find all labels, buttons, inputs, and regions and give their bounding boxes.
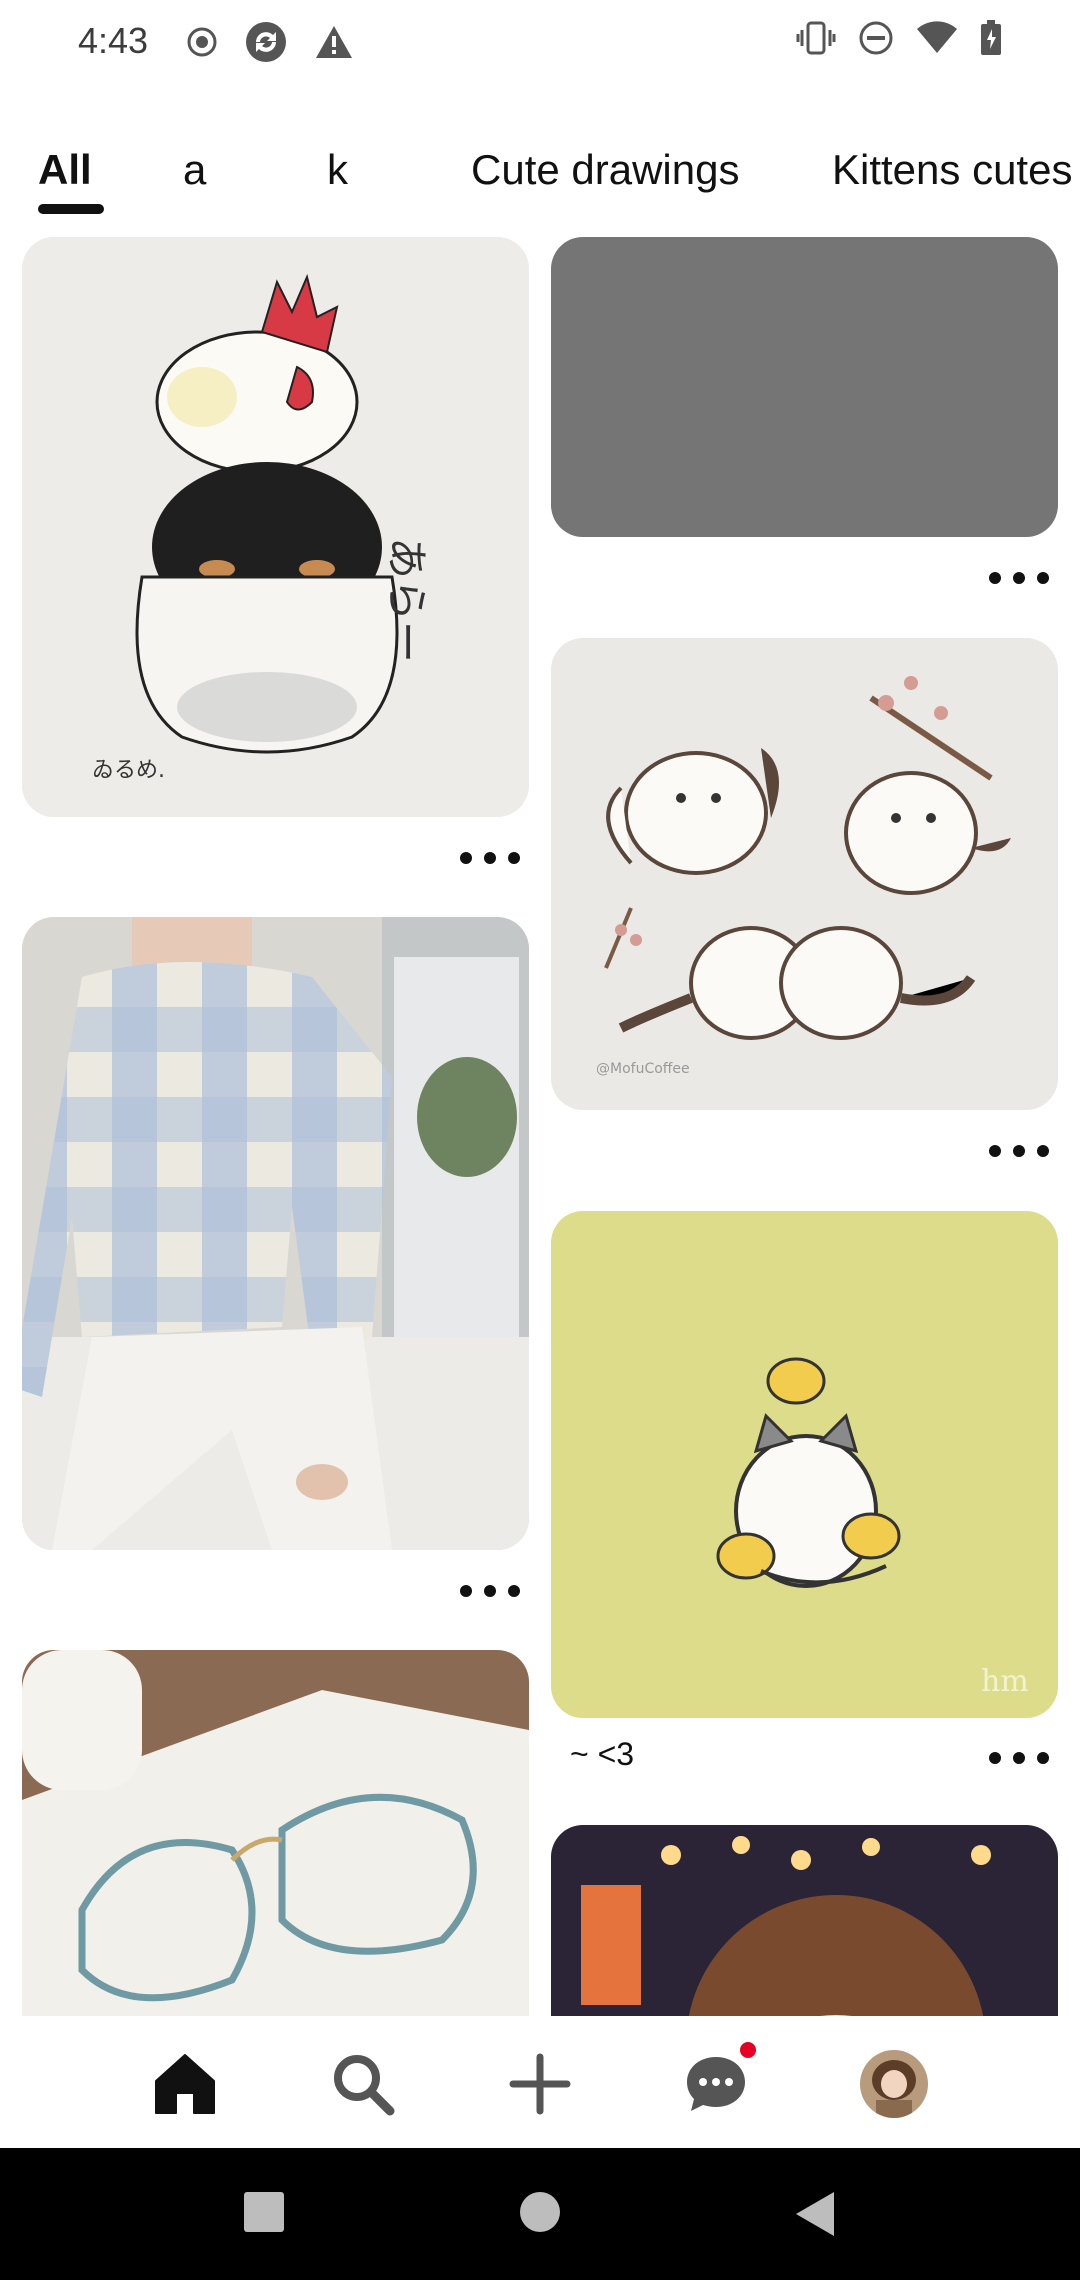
avatar bbox=[860, 2050, 928, 2118]
system-navigation-bar bbox=[0, 2148, 1080, 2280]
pin-glasses-photo[interactable] bbox=[22, 1650, 529, 2016]
svg-text:あらー: あらー bbox=[382, 537, 431, 663]
status-right-icons bbox=[796, 20, 1002, 56]
wifi-icon bbox=[916, 21, 958, 55]
glasses-image bbox=[22, 1650, 529, 2016]
tab-k[interactable]: k bbox=[327, 140, 348, 200]
home-icon[interactable] bbox=[147, 2046, 223, 2122]
more-options-icon[interactable] bbox=[989, 563, 1049, 593]
svg-text:@MofuCoffee: @MofuCoffee bbox=[596, 1061, 690, 1077]
active-tab-indicator bbox=[38, 204, 104, 214]
svg-text:hm: hm bbox=[981, 1664, 1029, 1699]
search-icon[interactable] bbox=[325, 2046, 401, 2122]
tab-all[interactable]: All bbox=[38, 140, 92, 200]
messages-icon[interactable] bbox=[678, 2042, 756, 2122]
tab-cute-drawings[interactable]: Cute drawings bbox=[471, 140, 739, 200]
penguin-chicken-image: あらー ゐるめ. bbox=[22, 237, 529, 817]
create-icon[interactable] bbox=[502, 2046, 578, 2122]
pin-gray-placeholder[interactable] bbox=[551, 237, 1058, 537]
pin-plaid-sweater-photo[interactable] bbox=[22, 917, 529, 1550]
record-icon bbox=[186, 26, 218, 58]
pin-feed[interactable]: あらー ゐるめ. @MofuCoffee hm ~ <3 bbox=[0, 230, 1080, 2016]
more-options-icon[interactable] bbox=[989, 1136, 1049, 1166]
notification-dot bbox=[740, 2042, 756, 2058]
more-options-icon[interactable] bbox=[989, 1743, 1049, 1773]
anime-girl-image bbox=[551, 1825, 1058, 2016]
pin-penguin-chicken-drawing[interactable]: あらー ゐるめ. bbox=[22, 237, 529, 817]
vibrate-icon bbox=[796, 21, 836, 55]
profile-avatar[interactable] bbox=[856, 2046, 932, 2122]
pin-anime-girl-illustration[interactable] bbox=[551, 1825, 1058, 2016]
back-icon[interactable] bbox=[794, 2190, 838, 2243]
recents-icon[interactable] bbox=[242, 2190, 286, 2239]
tab-a[interactable]: a bbox=[183, 140, 206, 200]
pin-white-birds-drawing[interactable]: @MofuCoffee bbox=[551, 638, 1058, 1110]
white-birds-image: @MofuCoffee bbox=[551, 638, 1058, 1110]
sync-app-icon bbox=[244, 20, 288, 64]
status-left-icons bbox=[186, 20, 354, 64]
more-options-icon[interactable] bbox=[460, 843, 520, 873]
tab-kittens-cutes[interactable]: Kittens cutes bbox=[832, 140, 1072, 200]
battery-icon bbox=[980, 20, 1002, 56]
cat-chicks-image: hm bbox=[551, 1211, 1058, 1718]
more-options-icon[interactable] bbox=[460, 1576, 520, 1606]
bottom-navigation bbox=[0, 2016, 1080, 2148]
do-not-disturb-icon bbox=[858, 20, 894, 56]
home-button-icon[interactable] bbox=[518, 2190, 562, 2239]
status-time: 4:43 bbox=[78, 20, 149, 61]
status-bar: 4:43 bbox=[0, 0, 1080, 90]
category-tabs: All a k Cute drawings Kittens cutes bbox=[0, 140, 1080, 220]
warning-icon bbox=[314, 24, 354, 60]
svg-text:ゐるめ.: ゐるめ. bbox=[92, 758, 165, 783]
pin-cat-chicks-drawing[interactable]: hm bbox=[551, 1211, 1058, 1718]
plaid-sweater-image bbox=[22, 917, 529, 1550]
pin-caption: ~ <3 bbox=[570, 1736, 635, 1772]
